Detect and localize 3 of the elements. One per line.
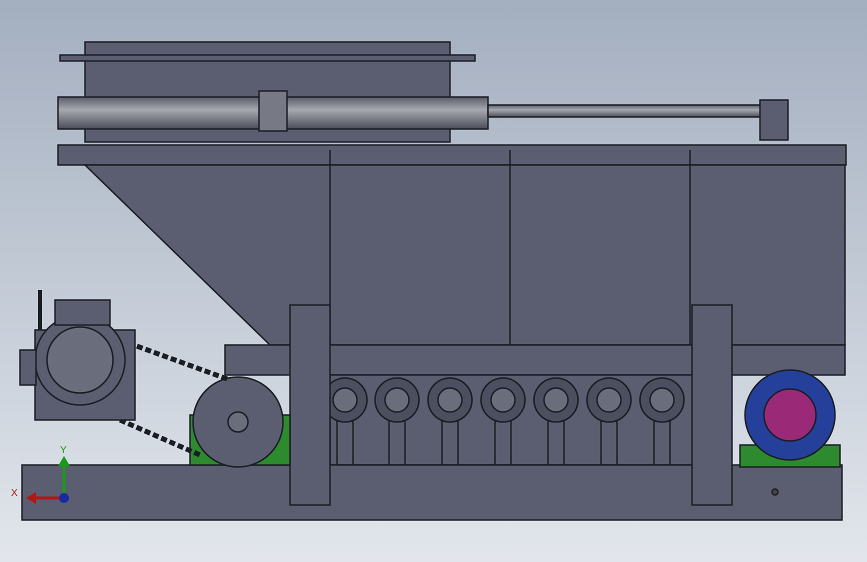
- y-axis-label: Y: [60, 445, 67, 456]
- x-axis-label: X: [11, 488, 18, 499]
- axis-triad-icon: [26, 456, 70, 504]
